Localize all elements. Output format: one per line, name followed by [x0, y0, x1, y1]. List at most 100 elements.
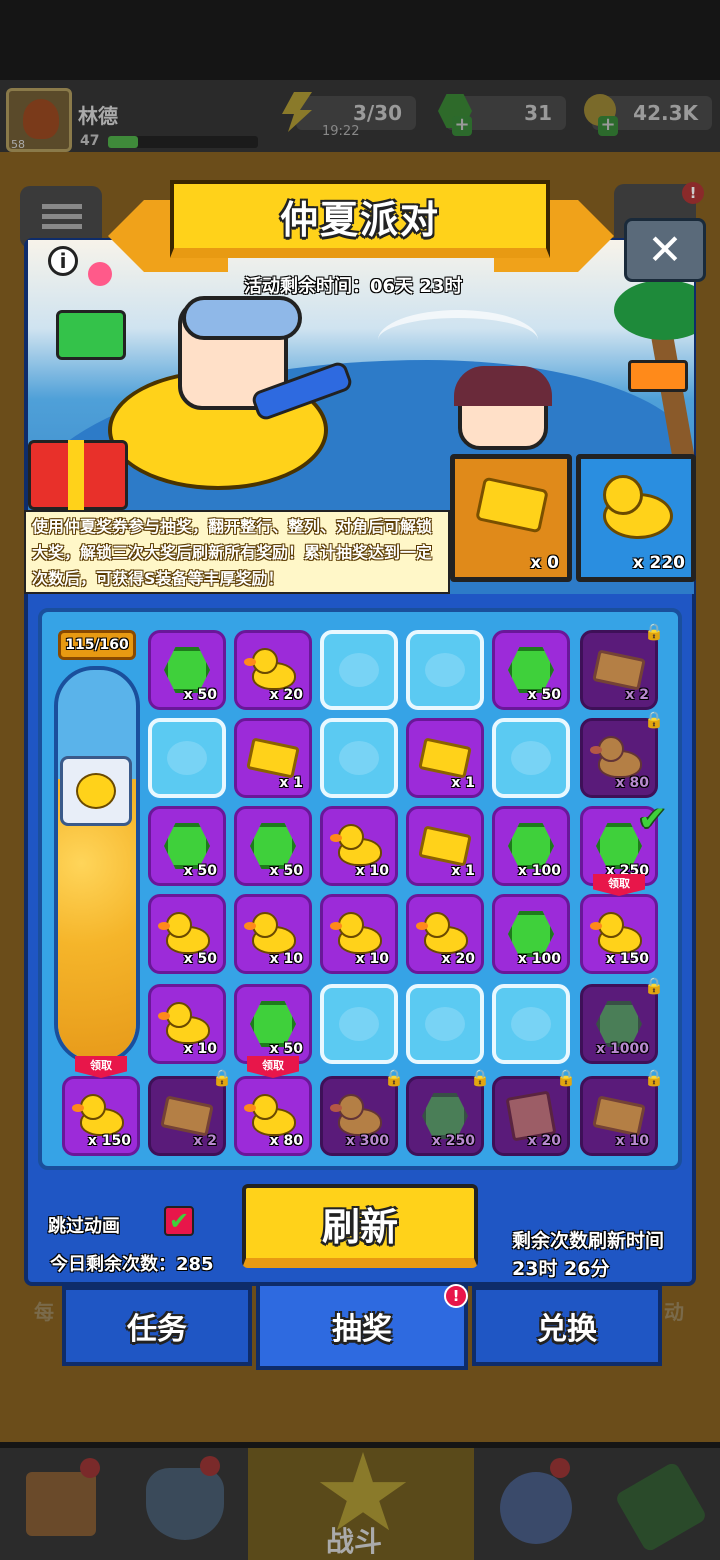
reward-quantity: x 250 [431, 1133, 475, 1149]
duck-icon [330, 1094, 384, 1138]
duck-icon [244, 1094, 298, 1138]
reward-quantity: x 150 [605, 951, 649, 967]
tab-exchange[interactable]: 兑换 [472, 1286, 662, 1366]
revealed-cell[interactable] [406, 630, 484, 710]
lock-icon: 🔒 [470, 1068, 490, 1087]
reward-cell[interactable]: x 80 [580, 718, 658, 798]
side-text-right: 动 [664, 1300, 684, 1324]
reward-cell[interactable]: x 10 [580, 1076, 658, 1156]
nav-battle-label: 战斗 [326, 1525, 383, 1558]
duck-icon [158, 1002, 212, 1046]
reward-cell[interactable]: x 300 [320, 1076, 398, 1156]
side-text-left: 每 [34, 1300, 54, 1324]
reward-quantity: x 100 [517, 863, 561, 879]
add-gem-icon[interactable]: + [452, 116, 472, 136]
reward-cell[interactable]: x 1000 [580, 984, 658, 1064]
xp-level: 47 [80, 133, 100, 149]
reward-cell[interactable]: x 20 [492, 1076, 570, 1156]
reward-cell[interactable]: x 10 [320, 806, 398, 886]
reward-cell[interactable]: x 150 [62, 1076, 140, 1156]
duck-icon [330, 824, 384, 868]
revealed-cell[interactable] [406, 984, 484, 1064]
revealed-cell[interactable] [320, 718, 398, 798]
coin-value: 42.3K [633, 101, 698, 125]
ticket-icon [160, 1095, 214, 1137]
close-button[interactable]: ✕ [624, 218, 706, 282]
lock-icon: 🔒 [644, 1068, 664, 1087]
reward-cell[interactable]: x 1 [406, 806, 484, 886]
duck-box[interactable]: x 220 [576, 454, 696, 582]
reward-quantity: x 50 [527, 687, 561, 703]
reward-cell[interactable]: x 150 [580, 894, 658, 974]
reward-cell[interactable]: x 80 [234, 1076, 312, 1156]
reward-cell[interactable]: x 1 [234, 718, 312, 798]
reward-cell[interactable]: x 10 [234, 894, 312, 974]
nav-gear-alert-icon [200, 1456, 220, 1476]
duck-icon [416, 912, 470, 956]
gem-value: 31 [524, 101, 552, 125]
lock-icon: 🔒 [644, 976, 664, 995]
nav-battle[interactable]: 战斗 [248, 1448, 474, 1560]
reward-cell[interactable]: x 100 [492, 894, 570, 974]
reward-quantity: x 1000 [596, 1041, 649, 1057]
revealed-cell[interactable] [148, 718, 226, 798]
revealed-cell[interactable] [320, 984, 398, 1064]
nav-gacha-icon[interactable] [500, 1472, 572, 1544]
ticket-icon [592, 649, 646, 691]
reward-cell[interactable]: x 50 [492, 630, 570, 710]
tab-exchange-label: 兑换 [537, 1312, 597, 1347]
reward-cell[interactable]: x 50 [234, 806, 312, 886]
nav-gear-icon[interactable] [146, 1468, 224, 1540]
tab-lottery[interactable]: 抽奖 [256, 1282, 468, 1370]
reward-cell[interactable]: x 20 [406, 894, 484, 974]
reward-quantity: x 50 [183, 951, 217, 967]
reward-cell[interactable]: x 100 [492, 806, 570, 886]
reward-cell[interactable]: x 20 [234, 630, 312, 710]
water-splash [378, 310, 538, 370]
reward-cell[interactable]: x 50 [148, 806, 226, 886]
revealed-cell[interactable] [492, 718, 570, 798]
duck-silhouette-icon [425, 1007, 465, 1041]
reward-quantity: x 1 [279, 775, 303, 791]
reward-cell[interactable]: x 2 [148, 1076, 226, 1156]
reward-quantity: x 10 [269, 951, 303, 967]
heart-icon [88, 262, 112, 286]
skip-animation-checkbox[interactable]: ✔ [164, 1206, 194, 1236]
xp-bar [108, 136, 258, 148]
reward-cell[interactable]: x 50 [234, 984, 312, 1064]
title-ribbon: 仲夏派对 [170, 180, 550, 258]
lock-icon: 🔒 [556, 1068, 576, 1087]
refresh-button[interactable]: 刷新 [242, 1184, 478, 1268]
player-name: 林德 [78, 104, 118, 128]
refresh-time-label: 剩余次数刷新时间 [512, 1230, 665, 1252]
lock-icon: 🔒 [644, 622, 664, 641]
ticket-box[interactable]: x 0 [450, 454, 572, 582]
treasure-chest-icon [60, 756, 132, 826]
ticket-icon [592, 1095, 646, 1137]
remaining-today: 今日剩余次数：285 [50, 1254, 214, 1275]
reward-quantity: x 80 [615, 775, 649, 791]
reward-cell[interactable]: x 250 [406, 1076, 484, 1156]
info-icon[interactable]: i [48, 246, 78, 276]
reward-quantity: x 80 [269, 1133, 303, 1149]
lock-icon: 🔒 [212, 1068, 232, 1087]
reward-quantity: x 20 [441, 951, 475, 967]
tab-tasks[interactable]: 任务 [62, 1286, 252, 1366]
reward-cell[interactable]: x 10 [148, 984, 226, 1064]
ticket-icon [418, 737, 472, 779]
revealed-cell[interactable] [320, 630, 398, 710]
ticket-count: x 0 [530, 553, 559, 573]
reward-cell[interactable]: x 2 [580, 630, 658, 710]
reward-cell[interactable]: x 1 [406, 718, 484, 798]
reward-cell[interactable]: x 50 [148, 894, 226, 974]
ticket-icon [246, 737, 300, 779]
duck-icon [244, 912, 298, 956]
reward-cell[interactable]: x 50 [148, 630, 226, 710]
reward-cell[interactable]: x 10 [320, 894, 398, 974]
reward-quantity: x 50 [183, 687, 217, 703]
add-coin-icon[interactable]: + [598, 116, 618, 136]
nav-shop-icon[interactable] [26, 1472, 96, 1536]
revealed-cell[interactable] [492, 984, 570, 1064]
nav-gacha-alert-icon [550, 1458, 570, 1478]
player-avatar[interactable]: 58 [6, 88, 72, 152]
